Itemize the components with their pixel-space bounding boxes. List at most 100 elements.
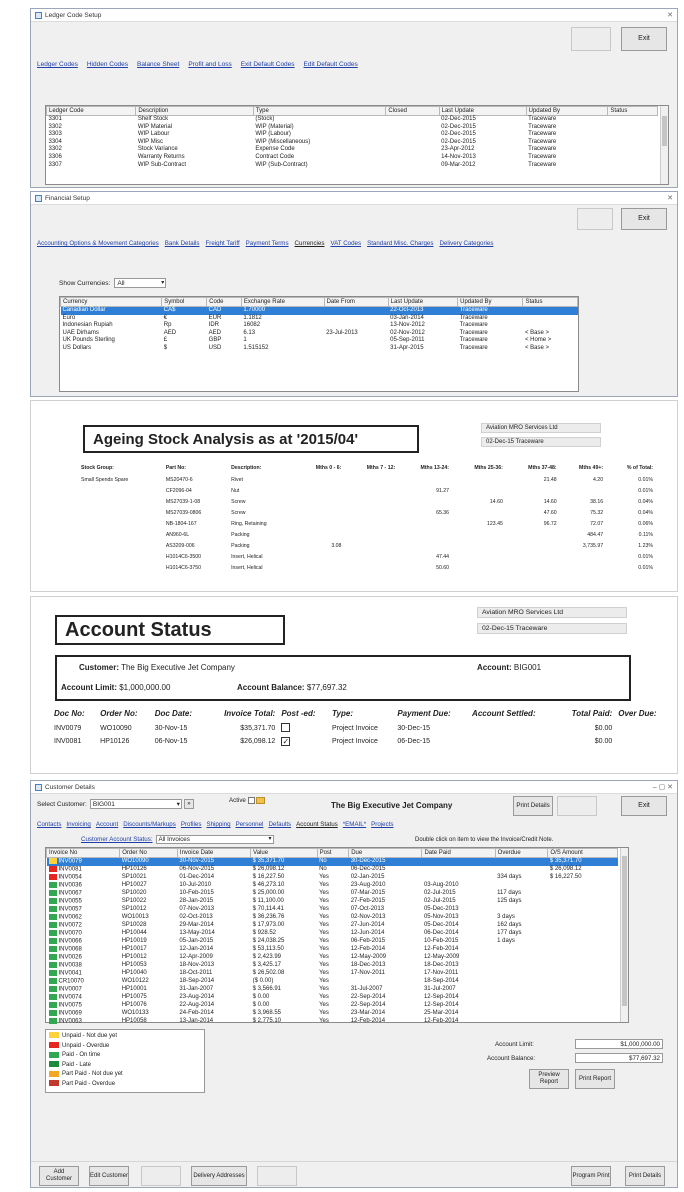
table-row[interactable]: 3304 WIP Misc WIP (Miscellaneous) 02-Dec-20… [47,139,658,147]
column-header[interactable]: Date From [323,297,389,307]
column-header[interactable]: Status [607,106,658,116]
column-header[interactable]: Invoice Date [176,848,252,858]
invoice-row[interactable]: INV0067 SP10020 10-Feb-2015 $ 25,000.00 Yes 0… [47,889,618,898]
column-header[interactable]: Post [316,848,350,858]
table-row[interactable]: 3303 WIP Labour WIP (Labour) 02-Dec-2015 Tra… [47,131,658,139]
financial-tab-1[interactable]: Bank Details [165,240,200,247]
invoice-row[interactable]: INV0041 HP10040 18-Oct-2011 $ 26,502.08 Yes 1… [47,969,618,978]
table-row[interactable]: 3302 Stock Variance Expense Code 23-Apr-201… [47,146,658,154]
invoice-row[interactable]: INV0057 SP10012 07-Nov-2013 $ 70,114.41 Yes 0… [47,905,618,914]
column-header[interactable]: Exchange Rate [240,297,325,307]
column-header[interactable]: Value [250,848,318,858]
table-row[interactable]: UK Pounds Sterling £ GBP 1 05-Sep-2011 Tracew… [61,337,578,345]
column-header[interactable]: Type [252,106,387,116]
ledger-tab-0[interactable]: Ledger Codes [37,61,78,68]
print-details-bottom-button[interactable]: Print Details [625,1166,665,1186]
column-header[interactable]: Status [522,297,578,307]
ledger-tab-4[interactable]: Exit Default Codes [241,61,295,68]
close-icon[interactable]: ✕ [667,194,673,202]
invoice-row[interactable]: INV0026 HP10012 12-Apr-2009 $ 2,423.99 Yes 12… [47,953,618,962]
ledger-exit-button[interactable]: Exit [621,27,667,51]
customer-tab-6[interactable]: Personnel [236,821,264,828]
column-header[interactable]: Due [348,848,423,858]
ledger-tab-1[interactable]: Hidden Codes [87,61,128,68]
column-header[interactable]: Order No [119,848,178,858]
invoice-row[interactable]: INV0055 SP10022 28-Jan-2015 $ 11,100.00 Yes 2… [47,897,618,906]
print-details-button[interactable]: Print Details [513,796,553,816]
column-header[interactable]: Closed [385,106,440,116]
edit-customer-button[interactable]: Edit Customer [89,1166,129,1186]
column-header[interactable]: Currency [59,297,163,307]
customer-tab-5[interactable]: Shipping [206,821,230,828]
column-header[interactable]: Code [206,297,242,307]
add-customer-button[interactable]: Add Customer [39,1166,79,1186]
print-report-button[interactable]: Print Report [575,1069,615,1089]
table-row[interactable]: Euro € EUR 1.1812 03-Jan-2014 Traceware [61,315,578,323]
financial-exit-button[interactable]: Exit [621,208,667,230]
preview-report-button[interactable]: Preview Report [529,1069,569,1089]
column-header[interactable]: Updated By [525,106,609,116]
invoice-row[interactable]: INV0038 HP10053 18-Nov-2013 $ 3,425.17 Yes 18… [47,961,618,970]
table-row[interactable]: US Dollars $ USD 1.515152 31-Apr-2015 Tracewa… [61,345,578,353]
customer-tab-8[interactable]: Account Status [296,821,338,828]
folder-icon[interactable] [256,797,266,804]
program-print-button[interactable]: Program Print [571,1166,611,1186]
table-row[interactable]: 3302 WIP Material WIP (Material) 02-Dec-201… [47,124,658,132]
column-header[interactable]: Date Paid [421,848,496,858]
close-icon[interactable]: ✕ [667,11,673,19]
invoice-scrollbar[interactable] [620,848,628,1022]
column-header[interactable]: Overdue [494,848,549,858]
invoice-row[interactable]: INV0072 SP10028 29-Mar-2014 $ 17,973.00 Yes 2… [47,921,618,930]
table-row[interactable]: Indonesian Rupiah Rp IDR 16082 13-Nov-2012 Tr… [61,322,578,330]
ledger-tab-3[interactable]: Profit and Loss [188,61,231,68]
financial-tab-2[interactable]: Freight Tariff [206,240,240,247]
table-row[interactable]: UAE Dirhams AED AED 6.13 23-Jul-2013 02-Nov-2… [61,330,578,338]
financial-tab-3[interactable]: Payment Terms [246,240,289,247]
currency-filter-select[interactable]: All ▾ [114,278,167,288]
invoice-row[interactable]: CR10070 WO10122 18-Sep-2014 ($ 0.00) Yes 18-S… [47,977,618,986]
financial-tab-0[interactable]: Accounting Options & Movement Categories [37,240,159,247]
invoice-row[interactable]: INV0062 WO10013 02-Oct-2013 $ 36,236.76 Yes 0… [47,913,618,922]
invoice-row[interactable]: INV0007 HP10001 31-Jan-2007 $ 3,566.91 Yes 31… [47,985,618,994]
financial-tab-6[interactable]: Standard Misc. Charges [367,240,433,247]
column-header[interactable]: Ledger Code [45,106,137,116]
invoice-row[interactable]: INV0081 HP10126 06-Nov-2015 $ 26,098.12 No 06… [47,865,618,874]
column-header[interactable]: O/S Amount [547,848,618,858]
customer-tab-3[interactable]: Discounts/Markups [123,821,176,828]
customer-tab-4[interactable]: Profiles [181,821,202,828]
financial-tab-4[interactable]: Currencies [295,240,325,247]
customer-tab-1[interactable]: Invoicing [66,821,90,828]
column-header[interactable]: Last Update [387,297,459,307]
column-header[interactable]: Updated By [457,297,524,307]
ledger-scrollbar[interactable] [660,106,668,184]
invoice-row[interactable]: INV0075 HP10076 22-Aug-2014 $ 0.00 Yes 22-Sep… [47,1001,618,1010]
delivery-addresses-button[interactable]: Delivery Addresses [191,1166,247,1186]
active-checkbox[interactable] [247,797,255,804]
customer-tab-7[interactable]: Defaults [268,821,291,828]
invoice-row[interactable]: INV0074 HP10075 23-Aug-2014 $ 0.00 Yes 22-Sep… [47,993,618,1002]
column-header[interactable]: Invoice No [45,848,121,858]
account-status-filter-select[interactable]: All Invoices ▾ [155,835,274,844]
customer-exit-button[interactable]: Exit [621,796,667,816]
window-controls-icon[interactable]: – ▢ ✕ [653,783,673,791]
ledger-tab-5[interactable]: Edit Default Codes [304,61,358,68]
column-header[interactable]: Description [135,106,254,116]
customer-tab-10[interactable]: Projects [371,821,393,828]
invoice-row[interactable]: INV0069 WO10133 24-Feb-2014 $ 3,968.55 Yes 23… [47,1009,618,1018]
column-header[interactable]: Last Update [438,106,527,116]
invoice-row[interactable]: INV0079 WO10090 30-Nov-2015 $ 35,371.70 No 30… [46,857,618,866]
customer-tab-0[interactable]: Contacts [37,821,61,828]
table-row[interactable]: Canadian Dollar CA$ CAD 1.70000 22-Oct-2013 T… [60,306,578,315]
table-row[interactable]: 3307 WIP Sub-Contract WIP (Sub-Contract) 09… [47,162,658,170]
financial-tab-5[interactable]: VAT Codes [330,240,361,247]
invoice-row[interactable]: INV0068 HP10017 12-Jan-2014 $ 53,113.50 Yes 1… [47,945,618,954]
table-row[interactable]: 3301 Shelf Stock (Stock) 02-Dec-2015 Tracewa… [47,116,658,124]
financial-tab-7[interactable]: Delivery Categories [439,240,493,247]
search-customer-button[interactable]: » [183,799,194,809]
invoice-row[interactable]: INV0070 HP10044 13-May-2014 $ 928.52 Yes 12-J… [47,929,618,938]
column-header[interactable]: Symbol [161,297,208,307]
invoice-row[interactable]: INV0036 HP10027 10-Jul-2010 $ 46,273.10 Yes 2… [47,881,618,890]
select-customer-input[interactable]: BIG001 ▾ [89,799,182,809]
customer-tab-9[interactable]: *EMAIL* [343,821,366,828]
invoice-row[interactable]: INV0054 SP10021 01-Dec-2014 $ 16,227.50 Yes 0… [47,873,618,882]
